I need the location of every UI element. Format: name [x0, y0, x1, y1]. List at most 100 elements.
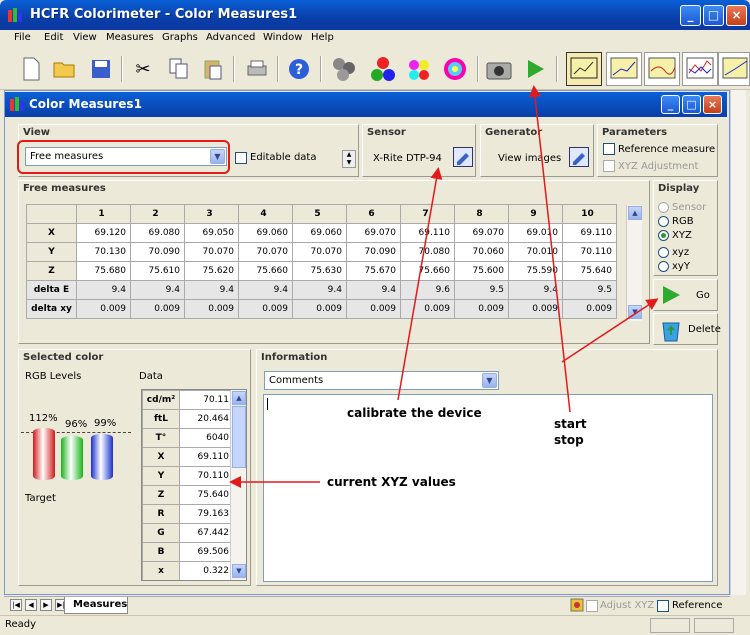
grid-row-header[interactable]: delta xy: [26, 299, 77, 319]
grid-col-header[interactable]: 4: [238, 204, 293, 224]
grid-cell[interactable]: 69.110: [400, 223, 455, 243]
play-icon[interactable]: [520, 54, 550, 84]
menu-help[interactable]: Help: [311, 32, 334, 43]
data-row[interactable]: Z 75.640: [142, 485, 233, 505]
grid-cell[interactable]: 70.110: [562, 242, 617, 262]
adjust-icon[interactable]: [570, 598, 584, 615]
close-button[interactable]: ×: [726, 5, 747, 26]
tab-first-icon[interactable]: |◀: [10, 599, 22, 611]
grid-col-header[interactable]: 1: [76, 204, 131, 224]
grid-cell[interactable]: 0.009: [400, 299, 455, 319]
grid-cell[interactable]: 70.130: [76, 242, 131, 262]
grid-cell[interactable]: 0.009: [454, 299, 509, 319]
color-wheel-icon[interactable]: [440, 54, 470, 84]
minimize-button[interactable]: _: [680, 5, 701, 26]
tab-measures[interactable]: Measures: [64, 597, 128, 614]
data-row[interactable]: Y 70.110: [142, 466, 233, 486]
maximize-button[interactable]: □: [703, 5, 724, 26]
grid-cell[interactable]: 0.009: [292, 299, 347, 319]
grid-col-header[interactable]: 6: [346, 204, 401, 224]
grid-cell[interactable]: 69.070: [346, 223, 401, 243]
grid-cell[interactable]: 69.070: [454, 223, 509, 243]
grid-cell[interactable]: 69.010: [508, 223, 563, 243]
grid-cell[interactable]: 9.4: [508, 280, 563, 300]
chart-multi-icon[interactable]: [682, 52, 718, 86]
grid-cell[interactable]: 70.090: [130, 242, 185, 262]
grid-cell[interactable]: 0.009: [508, 299, 563, 319]
grid-row-header[interactable]: delta E: [26, 280, 77, 300]
grid-cell[interactable]: 69.120: [76, 223, 131, 243]
grid-row-header[interactable]: X: [26, 223, 77, 243]
menu-window[interactable]: Window: [263, 32, 302, 43]
grid-cell[interactable]: 9.4: [238, 280, 293, 300]
print-icon[interactable]: [242, 54, 272, 84]
measures-grid[interactable]: 1 2 3 4 5 6 7 8 9 10 X 69.120 69.080 69.050…: [26, 204, 617, 319]
grid-cell[interactable]: 70.090: [346, 242, 401, 262]
open-icon[interactable]: [50, 54, 80, 84]
menu-edit[interactable]: Edit: [44, 32, 63, 43]
grid-cell[interactable]: 69.110: [562, 223, 617, 243]
menu-measures[interactable]: Measures: [106, 32, 154, 43]
reference-checkbox[interactable]: [657, 600, 669, 612]
grid-cell[interactable]: 0.009: [562, 299, 617, 319]
chart-line2-icon[interactable]: [644, 52, 680, 86]
data-row[interactable]: ftL 20.464: [142, 409, 233, 429]
grid-cell[interactable]: 75.660: [238, 261, 293, 281]
grid-cell[interactable]: 70.060: [454, 242, 509, 262]
grid-row-header[interactable]: Z: [26, 261, 77, 281]
menu-view[interactable]: View: [73, 32, 97, 43]
new-icon[interactable]: [16, 54, 46, 84]
grid-cell[interactable]: 69.060: [238, 223, 293, 243]
grid-row-header[interactable]: Y: [26, 242, 77, 262]
reference-measure-checkbox[interactable]: [603, 143, 615, 155]
menu-advanced[interactable]: Advanced: [206, 32, 255, 43]
rgb-icon[interactable]: [368, 54, 398, 84]
scroll-down-icon[interactable]: ▼: [232, 564, 246, 578]
display-xyz-lower-radio[interactable]: [658, 247, 669, 258]
grid-cell[interactable]: 69.080: [130, 223, 185, 243]
grid-cell[interactable]: 75.590: [508, 261, 563, 281]
scroll-up-icon[interactable]: ▲: [232, 391, 246, 405]
data-row[interactable]: cd/m² 70.11: [142, 390, 233, 410]
menu-graphs[interactable]: Graphs: [162, 32, 198, 43]
help-icon[interactable]: ?: [284, 54, 314, 84]
grid-col-header[interactable]: 7: [400, 204, 455, 224]
sensor-balls-icon[interactable]: [330, 54, 360, 84]
editable-data-checkbox[interactable]: [235, 152, 247, 164]
adjust-xyz-checkbox[interactable]: [586, 600, 598, 612]
data-row[interactable]: G 67.442: [142, 523, 233, 543]
grid-cell[interactable]: 75.600: [454, 261, 509, 281]
display-xyz-radio[interactable]: [658, 230, 669, 241]
copy-icon[interactable]: [164, 54, 194, 84]
child-close-button[interactable]: ×: [703, 95, 722, 114]
tab-next-icon[interactable]: ▶: [40, 599, 52, 611]
table-row[interactable]: Z 75.680 75.610 75.620 75.660 75.630 75.670 75.…: [26, 261, 617, 281]
grid-cell[interactable]: 70.070: [238, 242, 293, 262]
display-sensor-radio[interactable]: [658, 202, 669, 213]
display-rgb-radio[interactable]: [658, 216, 669, 227]
data-row[interactable]: x 0.322: [142, 561, 233, 580]
grid-cell[interactable]: 9.5: [562, 280, 617, 300]
save-icon[interactable]: [86, 54, 116, 84]
scroll-up-icon[interactable]: ▲: [628, 206, 642, 220]
cut-icon[interactable]: ✂: [128, 54, 158, 84]
go-button[interactable]: Go: [653, 279, 718, 311]
table-row[interactable]: Y 70.130 70.090 70.070 70.070 70.070 70.090 70.…: [26, 242, 617, 262]
table-row[interactable]: X 69.120 69.080 69.050 69.060 69.060 69.070 69.…: [26, 223, 617, 243]
tab-prev-icon[interactable]: ◀: [25, 599, 37, 611]
grid-cell[interactable]: 69.050: [184, 223, 239, 243]
grid-col-header[interactable]: 2: [130, 204, 185, 224]
delete-button[interactable]: Delete: [653, 313, 721, 345]
chart-line1-icon[interactable]: [606, 52, 642, 86]
scroll-thumb[interactable]: [232, 406, 246, 468]
grid-col-header[interactable]: 8: [454, 204, 509, 224]
data-row[interactable]: R 79.163: [142, 504, 233, 524]
xyz-adjustment-checkbox[interactable]: [603, 160, 615, 172]
data-row[interactable]: X 69.110: [142, 447, 233, 467]
grid-cell[interactable]: 0.009: [346, 299, 401, 319]
grid-cell[interactable]: 0.009: [238, 299, 293, 319]
display-xyy-radio[interactable]: [658, 261, 669, 272]
generator-config-icon[interactable]: [569, 147, 589, 167]
table-row[interactable]: delta E 9.4 9.4 9.4 9.4 9.4 9.4 9.6 9.5 9.4 9.5: [26, 280, 617, 300]
grid-cell[interactable]: 9.4: [76, 280, 131, 300]
